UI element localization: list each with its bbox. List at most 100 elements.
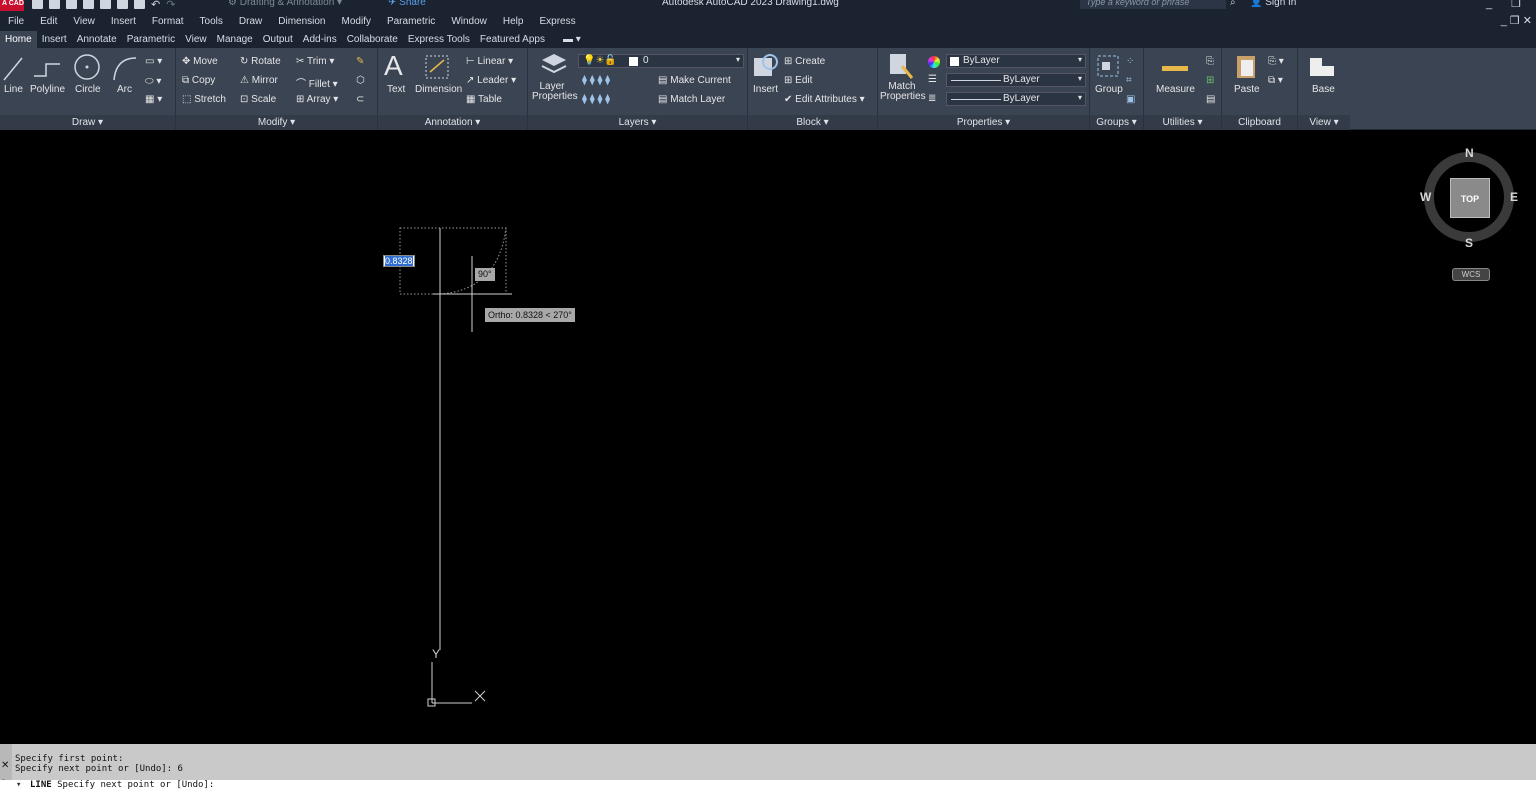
web-icon[interactable] (100, 0, 111, 9)
insert-label[interactable]: Insert (753, 84, 778, 95)
recent-commands-icon[interactable]: ▾ (16, 780, 21, 791)
trim-button[interactable]: ✂ Trim ▾ (296, 56, 334, 67)
menu-help[interactable]: Help (495, 16, 532, 27)
line-label[interactable]: Line (4, 84, 23, 95)
table-button[interactable]: ▦ Table (466, 94, 502, 105)
rectangle-icon[interactable]: ▭ ▾ (145, 56, 162, 67)
dimension-label[interactable]: Dimension (415, 84, 462, 95)
menu-dimension[interactable]: Dimension (270, 16, 333, 27)
circle-label[interactable]: Circle (75, 84, 101, 95)
viewcube[interactable]: TOP N S W E (1420, 144, 1520, 254)
tab-parametric[interactable]: Parametric (122, 31, 180, 48)
lineweight-dropdown[interactable]: ByLayer ▾ (946, 92, 1086, 106)
redo-icon[interactable]: ↷ (166, 0, 175, 12)
layer-properties-label[interactable]: Layer Properties (532, 82, 578, 102)
block-panel-title[interactable]: Block ▾ (748, 115, 877, 130)
menu-window[interactable]: Window (443, 16, 495, 27)
linear-button[interactable]: ⊢ Linear ▾ (466, 56, 513, 67)
group-select-icon[interactable]: ▣ (1126, 94, 1135, 105)
base-label[interactable]: Base (1312, 84, 1335, 95)
search-input[interactable]: Type a keyword or phrase (1080, 0, 1226, 9)
draw-panel-title[interactable]: Draw ▾ (0, 115, 175, 130)
measure-label[interactable]: Measure (1156, 84, 1195, 95)
menu-edit[interactable]: Edit (32, 16, 65, 27)
compass-south[interactable]: S (1465, 236, 1473, 250)
circle-icon[interactable] (72, 52, 102, 82)
dynamic-input-field[interactable]: 0.8328 (383, 255, 415, 267)
share-button[interactable]: ✈ Share (388, 0, 426, 8)
fillet-button[interactable]: ⌒ Fillet ▾ (296, 75, 338, 90)
arc-icon[interactable] (110, 54, 140, 82)
hatch-icon[interactable]: ⬭ ▾ (145, 76, 161, 87)
group-edit-icon[interactable]: ⌗ (1126, 75, 1132, 86)
tab-add-ins[interactable]: Add-ins (298, 31, 342, 48)
paste-icon[interactable] (1234, 52, 1258, 80)
drawing-window-controls[interactable]: _ ❐ ✕ (1501, 14, 1532, 27)
drawing-canvas[interactable]: Y 0.8328 90° Ortho: 0.8328 < 270° TOP N … (0, 130, 1536, 744)
window-controls[interactable]: _ ❐ ✕ (1486, 0, 1536, 12)
paste-label[interactable]: Paste (1234, 84, 1260, 95)
print-icon[interactable] (134, 0, 145, 9)
menu-insert[interactable]: Insert (103, 16, 144, 27)
annotation-panel-title[interactable]: Annotation ▾ (378, 115, 527, 130)
dimension-icon[interactable] (424, 54, 450, 80)
leader-button[interactable]: ↗ Leader ▾ (466, 75, 516, 86)
layers-panel-title[interactable]: Layers ▾ (528, 115, 747, 130)
sign-in-button[interactable]: 👤 Sign In (1250, 0, 1296, 8)
close-icon[interactable]: ✕ (1, 760, 9, 771)
save-icon[interactable] (66, 0, 77, 9)
copy-clip-icon[interactable]: ⧉ ▾ (1268, 75, 1283, 86)
tab-manage[interactable]: Manage (212, 31, 258, 48)
clipboard-panel-title[interactable]: Clipboard (1222, 115, 1297, 130)
scale-button[interactable]: ⊡ Scale (240, 94, 276, 105)
compass-west[interactable]: W (1420, 190, 1431, 204)
select-all-icon[interactable]: ⊞ (1206, 75, 1214, 86)
text-icon[interactable]: A (384, 50, 403, 82)
viewcube-top-face[interactable]: TOP (1450, 178, 1490, 218)
groups-panel-title[interactable]: Groups ▾ (1090, 115, 1143, 130)
save-as-icon[interactable] (83, 0, 94, 9)
tab-home[interactable]: Home (0, 31, 37, 48)
menu-format[interactable]: Format (144, 16, 192, 27)
quick-select-icon[interactable]: ⎘ (1206, 56, 1214, 67)
match-properties-label[interactable]: Match Properties (880, 82, 926, 102)
menu-tools[interactable]: Tools (192, 16, 231, 27)
menu-file[interactable]: File (0, 16, 32, 27)
tab-insert[interactable]: Insert (37, 31, 72, 48)
command-input[interactable]: ▾ LINE Specify next point or [Undo]: (0, 780, 1536, 791)
layer-tools-row2[interactable]: ⧫ ⧫ ⧫ ⧫ (582, 94, 610, 105)
group-icon[interactable] (1096, 54, 1120, 80)
tab-output[interactable]: Output (258, 31, 298, 48)
ungroup-icon[interactable]: ⁘ (1126, 56, 1134, 67)
insert-icon[interactable] (752, 52, 780, 80)
compass-north[interactable]: N (1465, 146, 1474, 160)
modify-panel-title[interactable]: Modify ▾ (176, 115, 377, 130)
plot-icon[interactable] (117, 0, 128, 9)
color-dropdown[interactable]: ByLayer ▾ (946, 54, 1086, 68)
compass-east[interactable]: E (1510, 190, 1518, 204)
layer-tools-row1[interactable]: ⧫ ⧫ ⧫ ⧫ (582, 75, 610, 86)
erase-icon[interactable]: ✎ (356, 56, 364, 67)
arc-label[interactable]: Arc (117, 84, 132, 95)
calculator-icon[interactable]: ▤ (1206, 94, 1215, 105)
explode-icon[interactable]: ⬡ (356, 75, 365, 86)
offset-icon[interactable]: ⊂ (356, 94, 364, 105)
edit-button[interactable]: ⊞ Edit (784, 75, 812, 86)
copy-button[interactable]: ⧉ Copy (182, 75, 215, 86)
search-icon[interactable]: ⌕ (1230, 0, 1236, 8)
array-button[interactable]: ⊞ Array ▾ (296, 94, 338, 105)
tab-annotate[interactable]: Annotate (72, 31, 122, 48)
linetype-dropdown[interactable]: ByLayer ▾ (946, 73, 1086, 87)
tab-express-tools[interactable]: Express Tools (403, 31, 475, 48)
measure-icon[interactable] (1162, 66, 1188, 71)
polyline-label[interactable]: Polyline (30, 84, 65, 95)
menu-view[interactable]: View (65, 16, 103, 27)
move-button[interactable]: ✥ Move (182, 56, 218, 67)
cut-copy-icon[interactable]: ⎘ ▾ (1268, 56, 1284, 67)
utilities-panel-title[interactable]: Utilities ▾ (1144, 115, 1221, 130)
menu-parametric[interactable]: Parametric (379, 16, 443, 27)
tab-collaborate[interactable]: Collaborate (342, 31, 403, 48)
match-properties-icon[interactable] (888, 52, 914, 80)
make-current-button[interactable]: ▤ Make Current (658, 75, 731, 86)
open-icon[interactable] (49, 0, 60, 9)
